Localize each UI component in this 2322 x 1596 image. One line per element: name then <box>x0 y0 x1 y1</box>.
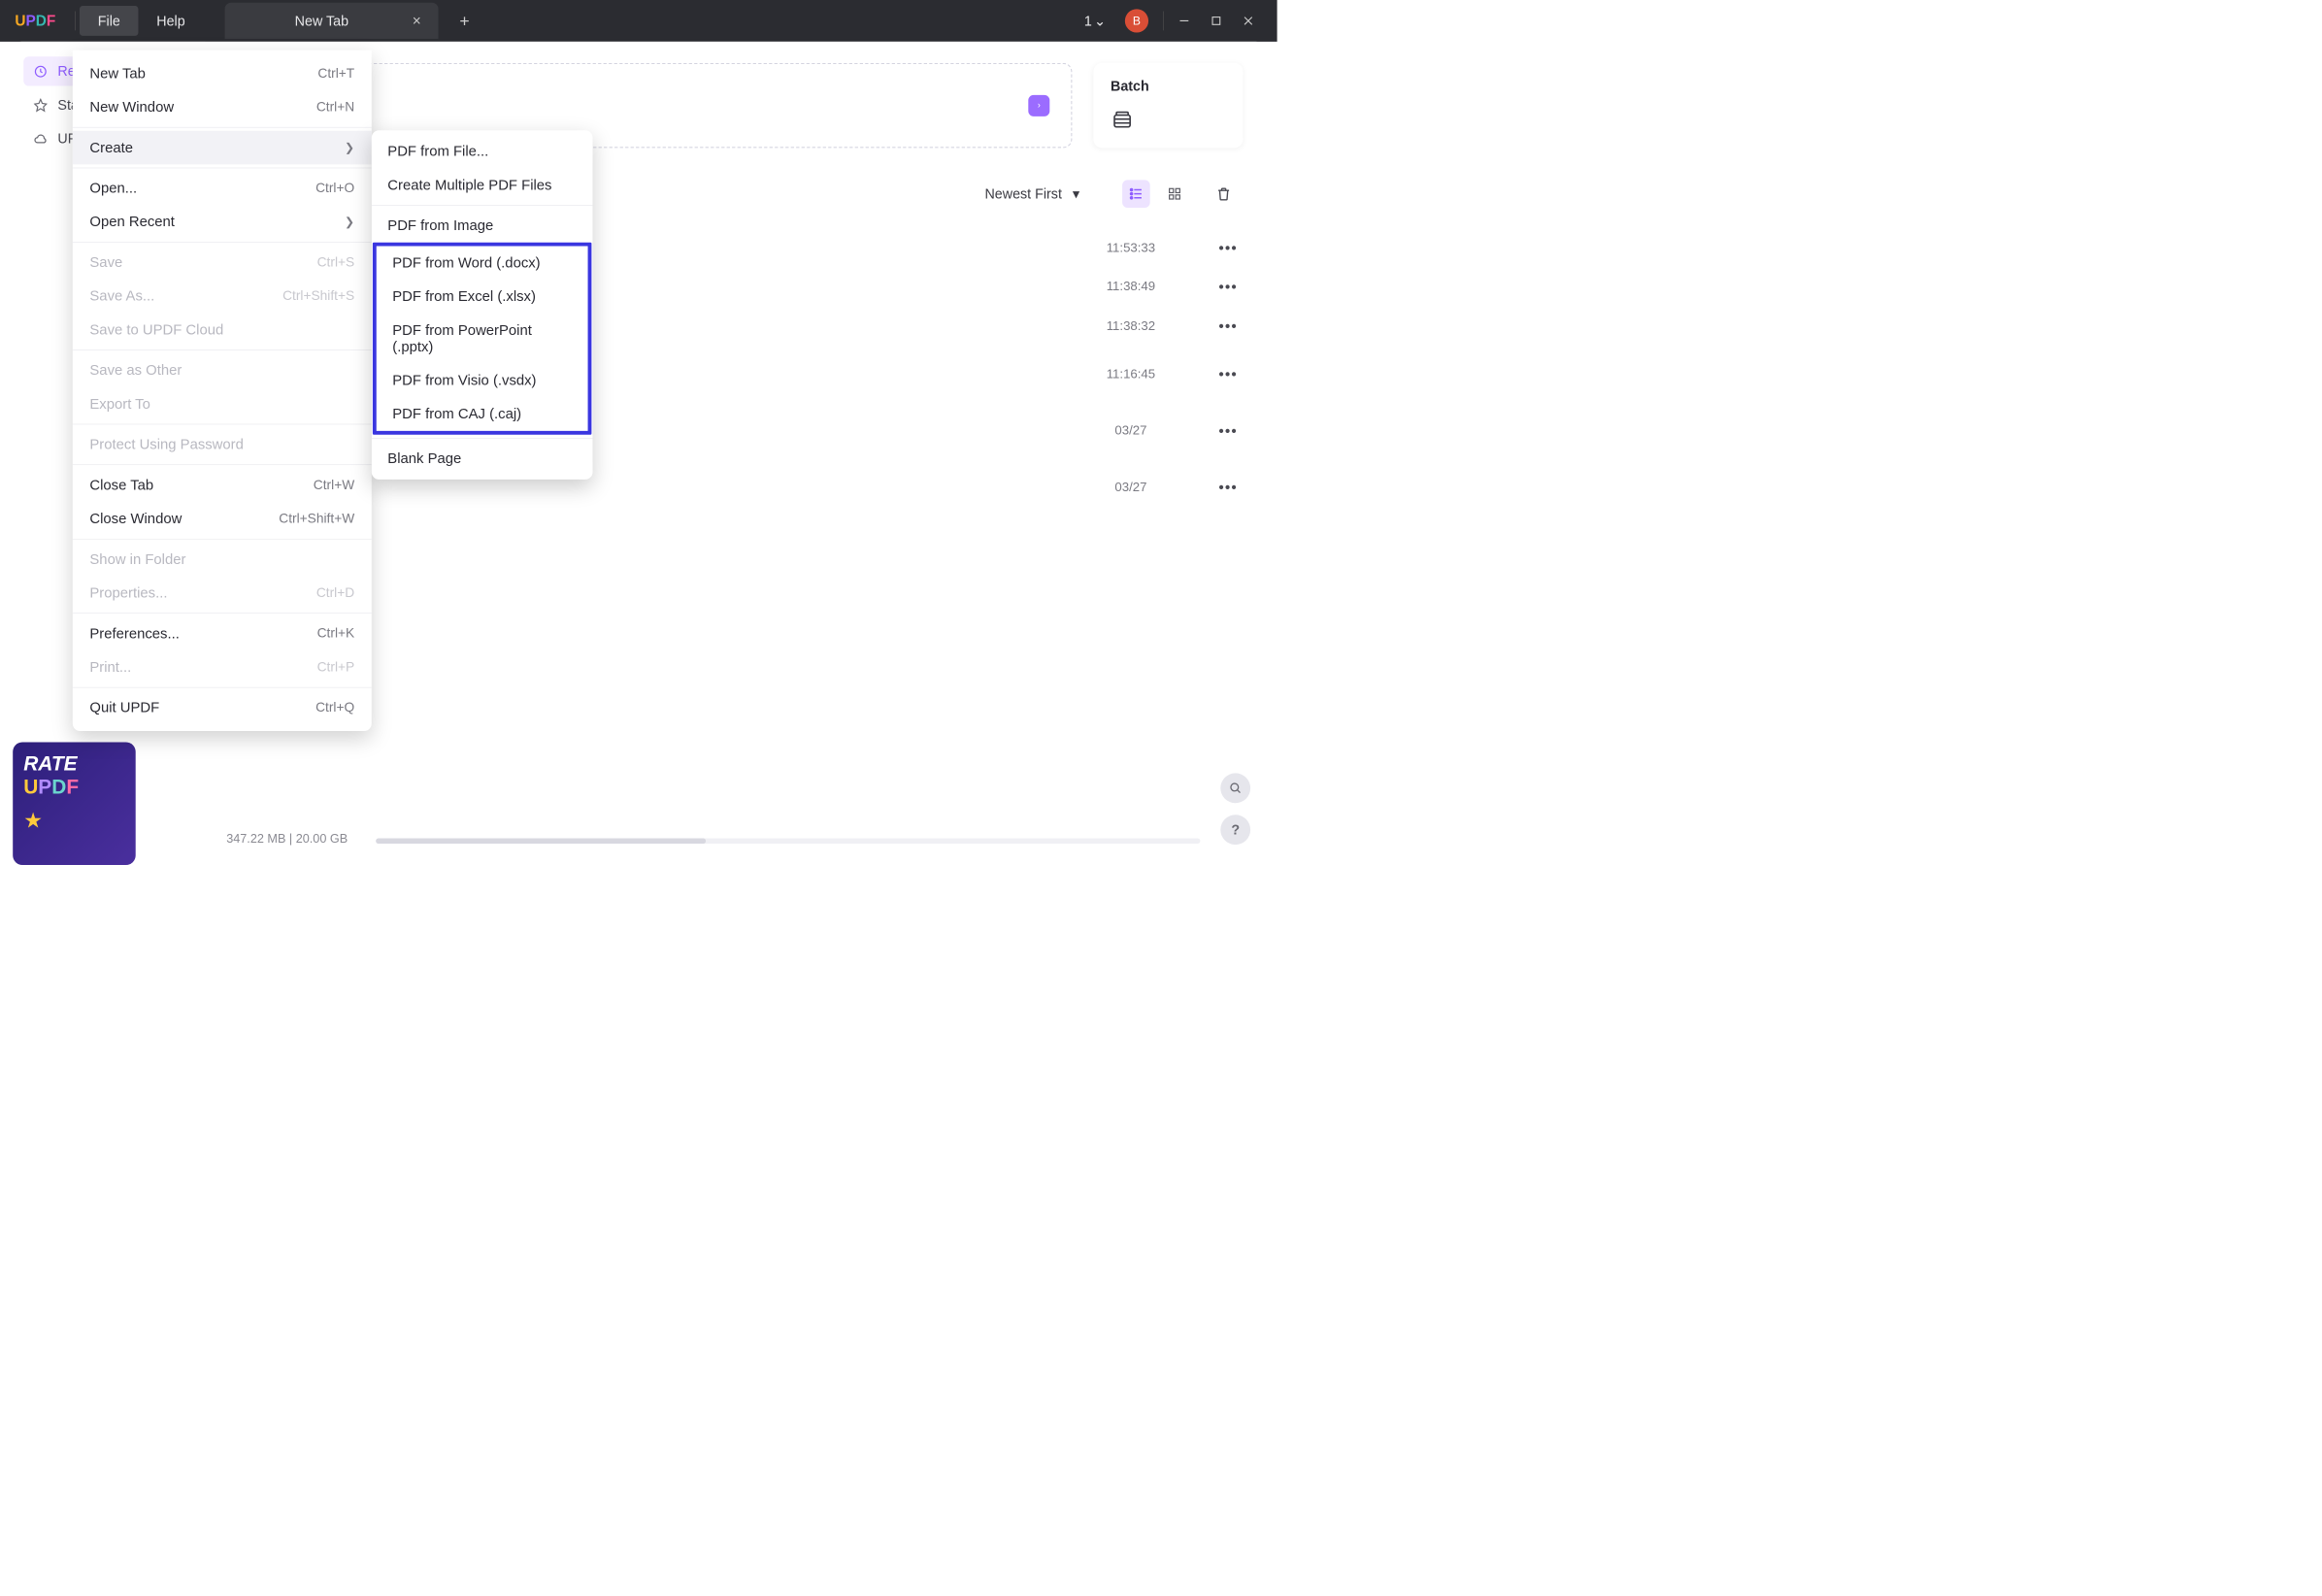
avatar[interactable]: B <box>1125 9 1148 32</box>
menu-file[interactable]: File <box>80 6 138 36</box>
file-time: 11:38:49 <box>1078 280 1184 294</box>
submenu-pdf-from-caj[interactable]: PDF from CAJ (.caj) <box>377 397 588 431</box>
menu-item-new-window[interactable]: New WindowCtrl+N <box>73 90 372 124</box>
storage-info: 347.22 MB | 20.00 GB <box>226 831 348 846</box>
menu-item-close-tab[interactable]: Close TabCtrl+W <box>73 468 372 502</box>
chevron-right-icon: › <box>1028 95 1049 116</box>
more-icon[interactable]: ••• <box>1184 279 1238 296</box>
divider <box>1163 12 1164 31</box>
more-icon[interactable]: ••• <box>1184 479 1238 496</box>
menu-item-protect-using-password: Protect Using Password <box>73 428 372 462</box>
menu-item-close-window[interactable]: Close WindowCtrl+Shift+W <box>73 502 372 536</box>
window-maximize[interactable] <box>1200 10 1232 31</box>
menu-item-save-to-updf-cloud: Save to UPDF Cloud <box>73 313 372 347</box>
submenu-pdf-from-powerpoint[interactable]: PDF from PowerPoint (.pptx) <box>377 314 588 364</box>
file-time: 11:53:33 <box>1078 241 1184 255</box>
tab-title: New Tab <box>242 13 402 29</box>
batch-icon <box>1111 108 1136 133</box>
menu-item-save-as-other: Save as Other <box>73 353 372 387</box>
help-fab[interactable]: ? <box>1220 815 1250 845</box>
file-time: 11:38:32 <box>1078 318 1184 333</box>
chevron-right-icon: ❯ <box>345 141 354 154</box>
menu-item-preferences-[interactable]: Preferences...Ctrl+K <box>73 616 372 650</box>
menu-item-quit-updf[interactable]: Quit UPDFCtrl+Q <box>73 691 372 725</box>
menu-item-export-to: Export To <box>73 387 372 421</box>
file-time: 11:16:45 <box>1078 367 1184 382</box>
promo-line2: UPDF <box>23 776 125 799</box>
batch-card[interactable]: Batch <box>1093 63 1243 148</box>
menu-item-show-in-folder: Show in Folder <box>73 543 372 577</box>
menu-item-properties-: Properties...Ctrl+D <box>73 576 372 610</box>
more-icon[interactable]: ••• <box>1184 240 1238 257</box>
window-close[interactable] <box>1232 10 1264 31</box>
submenu-pdf-from-word[interactable]: PDF from Word (.docx) <box>377 247 588 281</box>
menu-item-new-tab[interactable]: New TabCtrl+T <box>73 56 372 90</box>
promo-tile[interactable]: RATE UPDF ★ <box>13 743 136 866</box>
divider <box>75 12 76 31</box>
menu-help[interactable]: Help <box>139 6 204 36</box>
more-icon[interactable]: ••• <box>1184 422 1238 440</box>
create-submenu: PDF from File... Create Multiple PDF Fil… <box>372 130 593 480</box>
window-minimize[interactable] <box>1168 10 1200 31</box>
menu-item-create[interactable]: Create❯ <box>73 131 372 165</box>
submenu-pdf-from-excel[interactable]: PDF from Excel (.xlsx) <box>377 280 588 314</box>
menu-item-print-: Print...Ctrl+P <box>73 650 372 684</box>
highlight-group: PDF from Word (.docx) PDF from Excel (.x… <box>373 243 592 435</box>
menu-item-open-[interactable]: Open...Ctrl+O <box>73 172 372 206</box>
grid-view-button[interactable] <box>1161 180 1189 208</box>
more-icon[interactable]: ••• <box>1184 317 1238 335</box>
file-time: 03/27 <box>1078 480 1184 494</box>
file-menu-dropdown: New TabCtrl+TNew WindowCtrl+N Create❯ Open… <box>73 50 372 731</box>
new-tab-button[interactable]: + <box>451 11 479 30</box>
submenu-blank-page[interactable]: Blank Page <box>372 442 593 476</box>
submenu-pdf-from-file[interactable]: PDF from File... <box>372 135 593 169</box>
scrollbar[interactable] <box>376 839 1200 845</box>
sort-dropdown[interactable]: Newest First ▾ <box>984 185 1079 202</box>
notification-badge[interactable]: 1 ⌄ <box>1076 13 1114 29</box>
cloud-icon <box>33 131 48 146</box>
close-icon[interactable]: × <box>413 13 421 30</box>
search-fab[interactable] <box>1220 773 1250 803</box>
menu-item-save: SaveCtrl+S <box>73 246 372 280</box>
trash-button[interactable] <box>1210 180 1238 208</box>
title-bar: UPDF File Help New Tab × + 1 ⌄ B <box>0 0 1277 42</box>
caret-down-icon: ▾ <box>1073 185 1079 202</box>
promo-line1: RATE <box>23 753 125 777</box>
clock-icon <box>33 64 48 79</box>
submenu-create-multiple[interactable]: Create Multiple PDF Files <box>372 168 593 202</box>
submenu-pdf-from-visio[interactable]: PDF from Visio (.vsdx) <box>377 364 588 398</box>
star-icon: ★ <box>23 809 125 833</box>
menu-item-save-as-: Save As...Ctrl+Shift+S <box>73 280 372 314</box>
chevron-right-icon: ❯ <box>345 215 354 228</box>
list-view-button[interactable] <box>1122 180 1150 208</box>
tab-new[interactable]: New Tab × <box>224 3 438 39</box>
app-logo: UPDF <box>0 13 71 30</box>
batch-title: Batch <box>1111 78 1226 94</box>
star-icon <box>33 97 48 112</box>
submenu-pdf-from-image[interactable]: PDF from Image <box>372 209 593 243</box>
menu-item-open-recent[interactable]: Open Recent❯ <box>73 205 372 239</box>
file-time: 03/27 <box>1078 423 1184 438</box>
more-icon[interactable]: ••• <box>1184 366 1238 383</box>
chevron-down-icon: ⌄ <box>1094 13 1106 29</box>
